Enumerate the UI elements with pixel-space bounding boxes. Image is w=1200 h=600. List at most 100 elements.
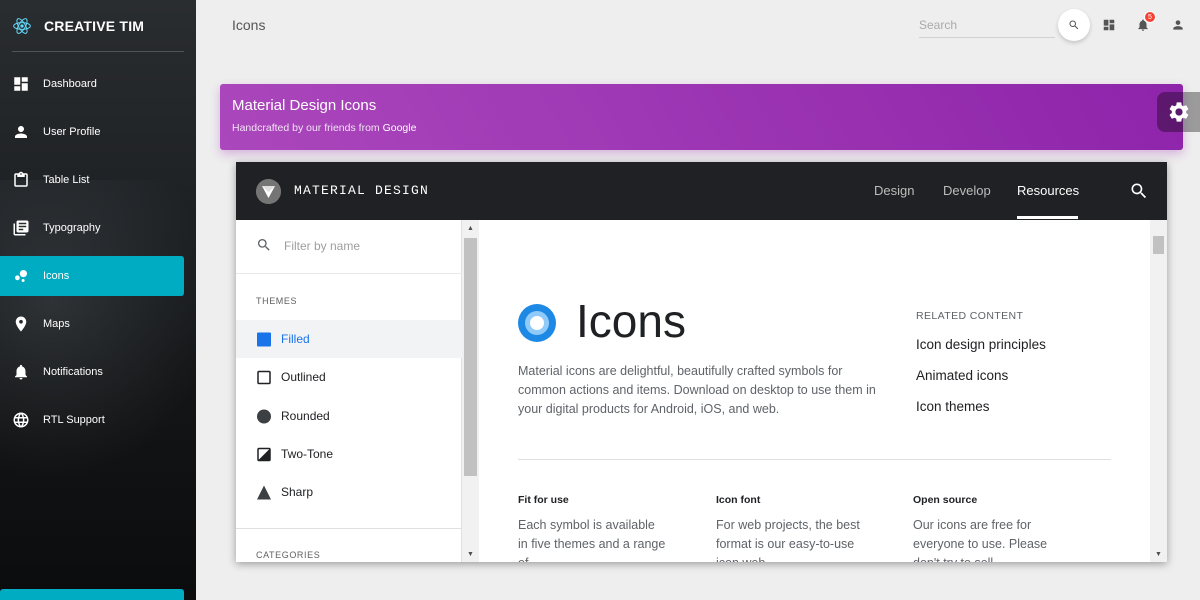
card-subtitle: Handcrafted by our friends from Google <box>232 122 1171 134</box>
scroll-down-arrow-icon[interactable]: ▼ <box>462 548 479 560</box>
sidebar-item-notifications[interactable]: Notifications <box>0 352 184 392</box>
sidebar-item-label: Icons <box>43 270 70 282</box>
icons-description: Material icons are delightful, beautiful… <box>518 364 876 416</box>
material-logo-icon[interactable] <box>256 179 281 204</box>
page-title: Icons <box>232 17 266 33</box>
sidebar-item-label: Typography <box>43 222 101 234</box>
card-header: Material Design Icons Handcrafted by our… <box>220 84 1183 150</box>
clipboard-icon <box>12 171 30 189</box>
sidebar-item-rtl-support[interactable]: RTL Support <box>0 400 184 440</box>
person-icon <box>12 123 30 141</box>
theme-two-tone[interactable]: Two-Tone <box>236 435 462 473</box>
theme-label: Outlined <box>281 370 326 384</box>
library-books-icon <box>12 219 30 237</box>
scroll-up-arrow-icon[interactable]: ▲ <box>462 222 479 234</box>
circle-icon <box>257 409 271 423</box>
feature-body: Our icons are free for everyone to use. … <box>913 518 1048 562</box>
dashboard-icon <box>1103 19 1115 31</box>
theme-outlined[interactable]: Outlined <box>236 358 462 396</box>
material-brand[interactable]: MATERIAL DESIGN <box>294 183 429 198</box>
search-icon <box>1131 183 1147 199</box>
theme-label: Filled <box>281 332 310 346</box>
bell-icon <box>12 363 30 381</box>
sidebar-item-label: Notifications <box>43 366 103 378</box>
location-pin-icon <box>12 315 30 333</box>
theme-filled[interactable]: Filled <box>236 320 462 358</box>
bubble-chart-icon <box>12 267 30 285</box>
themes-label: THEMES <box>256 296 298 306</box>
search-button[interactable] <box>1058 9 1090 41</box>
sidebar-item-icons[interactable]: Icons <box>0 256 184 296</box>
main-scrollbar[interactable]: ▼ <box>1150 220 1167 562</box>
triangle-icon <box>257 485 271 499</box>
filter-row <box>236 220 462 274</box>
notification-badge: 5 <box>1144 11 1156 23</box>
theme-label: Rounded <box>281 409 330 423</box>
sidebar-item-label: Maps <box>43 318 70 330</box>
nav-develop[interactable]: Develop <box>943 183 991 198</box>
material-icons-logo-icon <box>518 304 556 342</box>
related-content-label: RELATED CONTENT <box>916 310 1024 322</box>
brand-name: CREATIVE TIM <box>44 18 145 34</box>
search-icon <box>1069 20 1079 30</box>
side-panel-scrollbar[interactable]: ▲ ▼ <box>462 220 479 562</box>
filled-square-icon <box>257 332 271 346</box>
settings-button[interactable] <box>1157 92 1200 132</box>
related-link-icon-themes[interactable]: Icon themes <box>916 399 990 414</box>
content-divider <box>518 459 1111 460</box>
user-button[interactable] <box>1170 17 1186 33</box>
filter-side-panel: THEMES Filled Outlined Rounded Two-Tone … <box>236 220 462 562</box>
feature-title: Fit for use <box>518 494 569 506</box>
nav-resources[interactable]: Resources <box>1017 183 1079 198</box>
scrollbar-thumb[interactable] <box>1153 236 1164 254</box>
card-title: Material Design Icons <box>232 97 377 114</box>
sidebar-nav: Dashboard User Profile Table List Typogr… <box>0 64 196 448</box>
two-tone-square-icon <box>257 447 271 461</box>
person-icon <box>1173 20 1183 30</box>
outlined-square-icon <box>257 370 271 384</box>
theme-rounded[interactable]: Rounded <box>236 397 462 435</box>
scrollbar-thumb[interactable] <box>464 238 477 476</box>
related-link-design-principles[interactable]: Icon design principles <box>916 337 1046 352</box>
sidebar-upgrade-button[interactable] <box>0 589 184 600</box>
nav-design[interactable]: Design <box>874 183 914 198</box>
sidebar: CREATIVE TIM Dashboard User Profile Tabl… <box>0 0 196 600</box>
dashboard-button[interactable] <box>1101 17 1117 33</box>
sidebar-item-dashboard[interactable]: Dashboard <box>0 64 184 104</box>
material-search-button[interactable] <box>1129 181 1149 201</box>
feature-body: For web projects, the best format is our… <box>716 518 860 562</box>
feature-title: Icon font <box>716 494 761 506</box>
search-icon <box>256 237 272 253</box>
search-input[interactable] <box>919 12 1055 37</box>
sidebar-item-label: RTL Support <box>43 414 105 426</box>
related-link-animated-icons[interactable]: Animated icons <box>916 368 1008 383</box>
sidebar-item-label: Dashboard <box>43 78 97 90</box>
filter-input[interactable] <box>284 237 444 255</box>
sidebar-item-user-profile[interactable]: User Profile <box>0 112 184 152</box>
brand[interactable]: CREATIVE TIM <box>0 0 196 52</box>
react-logo-icon <box>13 18 31 34</box>
material-top-bar: MATERIAL DESIGN Design Develop Resources <box>236 162 1167 220</box>
feature-title: Open source <box>913 494 978 506</box>
search-field[interactable] <box>919 12 1055 38</box>
scroll-down-arrow-icon[interactable]: ▼ <box>1150 548 1167 560</box>
theme-sharp[interactable]: Sharp <box>236 473 462 511</box>
dashboard-icon <box>12 75 30 93</box>
feature-body: Each symbol is available in five themes … <box>518 518 666 562</box>
sidebar-item-label: Table List <box>43 174 90 186</box>
gear-icon <box>1169 102 1188 122</box>
theme-label: Two-Tone <box>281 447 334 461</box>
icons-heading: Icons <box>576 295 686 347</box>
sidebar-item-maps[interactable]: Maps <box>0 304 184 344</box>
sidebar-item-table-list[interactable]: Table List <box>0 160 184 200</box>
categories-divider <box>236 528 462 529</box>
categories-label: CATEGORIES <box>256 550 321 560</box>
material-icons-frame: MATERIAL DESIGN Design Develop Resources… <box>236 162 1167 562</box>
sidebar-item-label: User Profile <box>43 126 101 138</box>
brand-divider <box>12 51 184 52</box>
icons-main-content: Icons Material icons are delightful, bea… <box>479 220 1150 562</box>
google-link[interactable]: Google <box>383 122 417 134</box>
card-subtitle-text: Handcrafted by our friends from <box>232 122 383 134</box>
globe-icon <box>12 411 30 429</box>
sidebar-item-typography[interactable]: Typography <box>0 208 184 248</box>
